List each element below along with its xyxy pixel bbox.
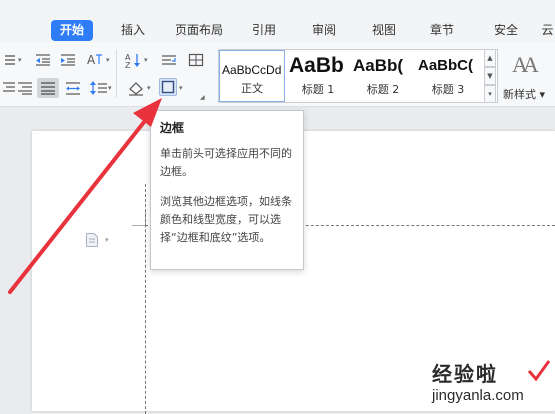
- toolbar-divider: [116, 50, 117, 98]
- paragraph-marks-icon[interactable]: [160, 51, 178, 69]
- style-label: 正文: [241, 82, 263, 95]
- chevron-down-icon[interactable]: ▾: [106, 56, 110, 64]
- chevron-down-icon[interactable]: ▾: [108, 84, 112, 92]
- sort-icon[interactable]: AZ: [124, 51, 142, 69]
- border-tooltip: 边框 单击前头可选择应用不同的边框。 浏览其他边框选项，如线条颜色和线型宽度，可…: [150, 110, 304, 270]
- style-heading-1[interactable]: AaBb 标题 1: [287, 50, 349, 102]
- watermark-url: jingyanla.com: [432, 387, 524, 404]
- svg-text:A: A: [87, 53, 96, 67]
- ribbon-tab-bar: 开始 插入 页面布局 引用 审阅 视图 章节 安全 云: [0, 0, 555, 42]
- decrease-indent-icon[interactable]: [34, 51, 52, 69]
- watermark-chinese: 经验啦: [432, 362, 498, 386]
- border-button[interactable]: [159, 78, 177, 96]
- ribbon-toolbar: ▾ A ▾ AZ ▾ ▾ ▾ ▾ ◢ AaBbCcDd 正文 AaBb 标题 1…: [0, 42, 555, 107]
- distribute-icon[interactable]: [64, 79, 82, 97]
- tab-cloud[interactable]: 云: [540, 19, 555, 41]
- margin-corner-mark: [132, 225, 145, 226]
- style-sample-text: AaBbCcDd: [222, 63, 282, 77]
- shading-fill-icon[interactable]: [127, 79, 145, 97]
- paragraph-layout-icon[interactable]: [85, 232, 99, 251]
- style-label: 标题 2: [366, 83, 400, 96]
- style-sample-text: AaBb(: [353, 56, 404, 75]
- margin-guide-left: [145, 184, 146, 414]
- tooltip-title: 边框: [160, 121, 185, 135]
- gallery-scroll-down-icon[interactable]: ▼: [484, 67, 496, 85]
- paragraph-settings-launcher-icon[interactable]: ◢: [200, 94, 205, 101]
- gallery-expand-icon[interactable]: ▾: [484, 85, 496, 103]
- svg-text:Z: Z: [125, 61, 131, 68]
- table-icon[interactable]: [187, 51, 205, 69]
- chevron-down-icon[interactable]: ▾: [18, 56, 22, 64]
- chinese-layout-icon[interactable]: A: [86, 51, 104, 69]
- checkmark-icon: [527, 360, 551, 382]
- new-style-button[interactable]: AA 新样式 ▾: [500, 50, 555, 102]
- tab-review[interactable]: 审阅: [302, 19, 346, 41]
- tooltip-text: 浏览其他边框选项，如线条颜色和线型宽度，可以选择“边框和底纹”选项。: [160, 195, 292, 244]
- style-label: 标题 3: [431, 83, 465, 96]
- tooltip-text: 单击前头可选择应用不同的边框。: [160, 147, 292, 178]
- style-sample-text: AaBbC(: [418, 57, 473, 74]
- watermark: 经验啦 jingyanla.com: [432, 358, 555, 411]
- style-heading-3[interactable]: AaBbC( 标题 3: [416, 50, 480, 102]
- tab-page-layout[interactable]: 页面布局: [169, 19, 229, 41]
- tab-home[interactable]: 开始: [51, 20, 93, 41]
- new-style-icon: AA: [512, 52, 539, 77]
- line-spacing-icon[interactable]: [90, 79, 108, 97]
- tab-references[interactable]: 引用: [244, 19, 284, 41]
- tab-security[interactable]: 安全: [484, 19, 528, 41]
- tab-chapter[interactable]: 章节: [420, 19, 464, 41]
- style-heading-2[interactable]: AaBb( 标题 2: [351, 50, 415, 102]
- style-normal[interactable]: AaBbCcDd 正文: [219, 50, 285, 102]
- bullet-list-icon[interactable]: [0, 51, 18, 69]
- justify-icon[interactable]: [37, 78, 59, 98]
- tab-insert[interactable]: 插入: [111, 19, 155, 41]
- tab-view[interactable]: 视图: [362, 19, 406, 41]
- align-right-icon[interactable]: [16, 79, 34, 97]
- style-gallery: AaBbCcDd 正文 AaBb 标题 1 AaBb( 标题 2 AaBbC( …: [218, 49, 498, 103]
- chevron-down-icon[interactable]: ▾: [105, 236, 109, 244]
- new-style-label: 新样式 ▾: [503, 88, 546, 101]
- chevron-down-icon[interactable]: ▾: [147, 84, 151, 92]
- gallery-scroll-up-icon[interactable]: ▲: [484, 49, 496, 67]
- chevron-down-icon[interactable]: ▾: [144, 56, 148, 64]
- style-sample-text: AaBb: [289, 54, 344, 77]
- increase-indent-icon[interactable]: [59, 51, 77, 69]
- style-label: 标题 1: [301, 83, 335, 96]
- border-dropdown-chevron-icon[interactable]: ▾: [179, 84, 183, 92]
